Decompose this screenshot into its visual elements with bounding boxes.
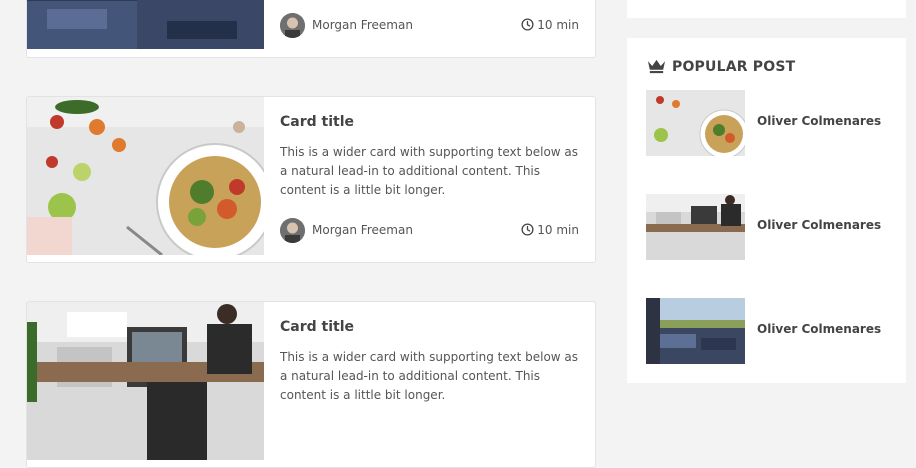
popular-post-author[interactable]: Oliver Colmenares [757, 322, 881, 336]
author-name[interactable]: Morgan Freeman [312, 18, 413, 32]
popular-post-item[interactable]: Oliver Colmenares [646, 298, 886, 364]
post-card[interactable]: Card title This is a wider card with sup… [26, 301, 596, 468]
popular-post-image[interactable] [646, 298, 745, 364]
popular-post-heading: POPULAR POST [647, 58, 795, 75]
card-title[interactable]: Card title [280, 319, 354, 335]
read-time-value: 10 min [537, 223, 579, 237]
popular-post-author[interactable]: Oliver Colmenares [757, 114, 881, 128]
sidebar-widget [627, 0, 906, 18]
popular-post-title: POPULAR POST [672, 59, 796, 75]
popular-post-image[interactable] [646, 194, 745, 260]
card-text: This is a wider card with supporting tex… [280, 145, 579, 197]
post-card[interactable]: Card title This is a wider card with sup… [26, 96, 596, 263]
clock-icon [521, 223, 534, 236]
popular-post-author[interactable]: Oliver Colmenares [757, 218, 881, 232]
card-title[interactable]: Card title [280, 114, 354, 130]
popular-post-widget: POPULAR POST Oliver Colmenares Oliver Co… [627, 38, 906, 383]
post-card-image[interactable] [27, 0, 264, 49]
card-text: This is a wider card with supporting tex… [280, 350, 579, 402]
post-card[interactable]: Morgan Freeman 10 min [26, 0, 596, 58]
popular-post-image[interactable] [646, 90, 745, 156]
post-card-image[interactable] [27, 97, 264, 255]
author-name[interactable]: Morgan Freeman [312, 223, 413, 237]
crown-icon [647, 59, 666, 74]
read-time: 10 min [521, 223, 579, 237]
read-time: 10 min [521, 18, 579, 32]
clock-icon [521, 18, 534, 31]
popular-post-item[interactable]: Oliver Colmenares [646, 90, 886, 156]
post-card-image[interactable] [27, 302, 264, 460]
popular-post-item[interactable]: Oliver Colmenares [646, 194, 886, 260]
author-avatar [280, 218, 305, 243]
read-time-value: 10 min [537, 18, 579, 32]
author-avatar [280, 13, 305, 38]
